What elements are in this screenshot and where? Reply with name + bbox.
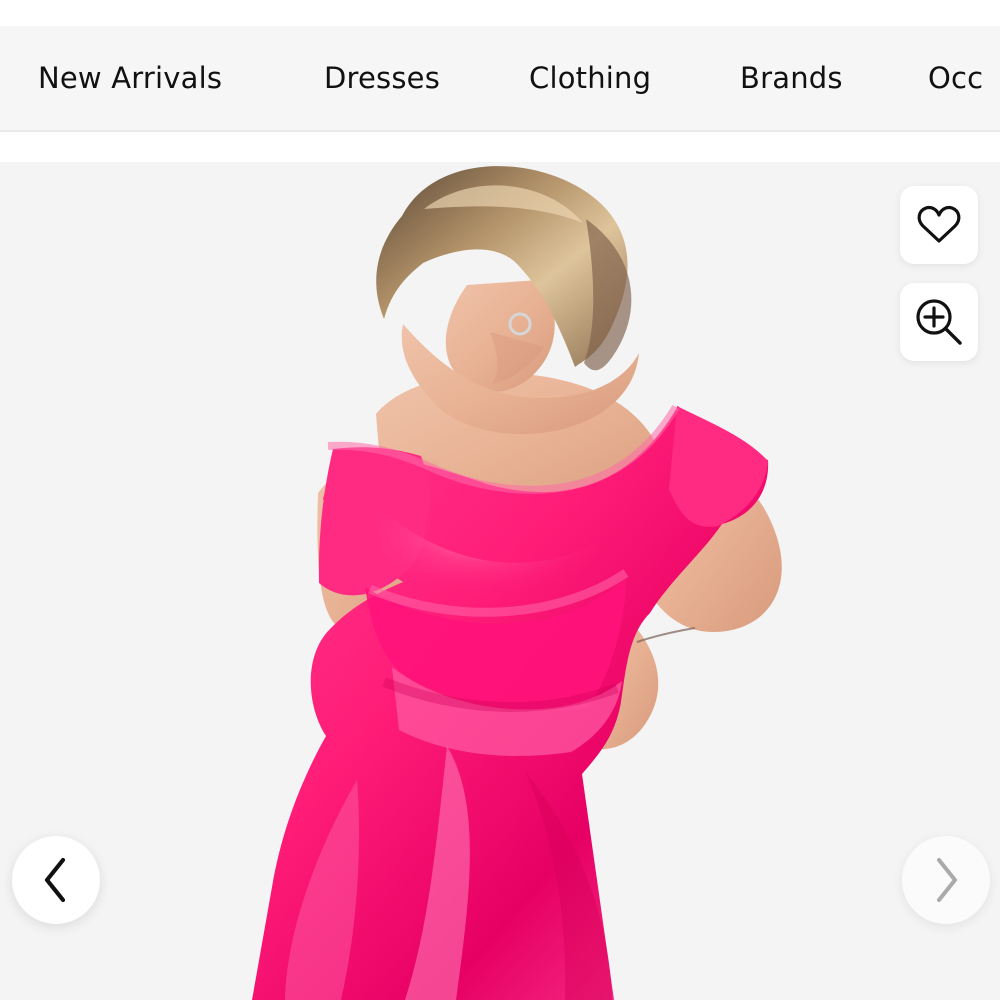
nav-dresses[interactable]: Dresses <box>324 60 440 96</box>
favorite-button[interactable] <box>900 186 978 264</box>
zoom-in-icon <box>916 299 962 345</box>
product-photo <box>0 162 1000 1000</box>
product-page: New Arrivals Dresses Clothing Brands Occ <box>0 0 1000 1000</box>
nav-brands[interactable]: Brands <box>740 60 843 96</box>
nav-clothing[interactable]: Clothing <box>529 60 651 96</box>
nav-occasion-partial[interactable]: Occ <box>928 60 983 96</box>
heart-icon <box>917 205 961 243</box>
nav-new-arrivals[interactable]: New Arrivals <box>38 60 222 96</box>
product-image-carousel[interactable] <box>0 162 1000 1000</box>
previous-image-button[interactable] <box>12 836 100 924</box>
top-category-navigation: New Arrivals Dresses Clothing Brands Occ <box>0 26 1000 132</box>
chevron-right-icon <box>937 858 957 902</box>
zoom-button[interactable] <box>900 283 978 361</box>
next-image-button[interactable] <box>902 836 990 924</box>
chevron-left-icon <box>44 857 66 903</box>
